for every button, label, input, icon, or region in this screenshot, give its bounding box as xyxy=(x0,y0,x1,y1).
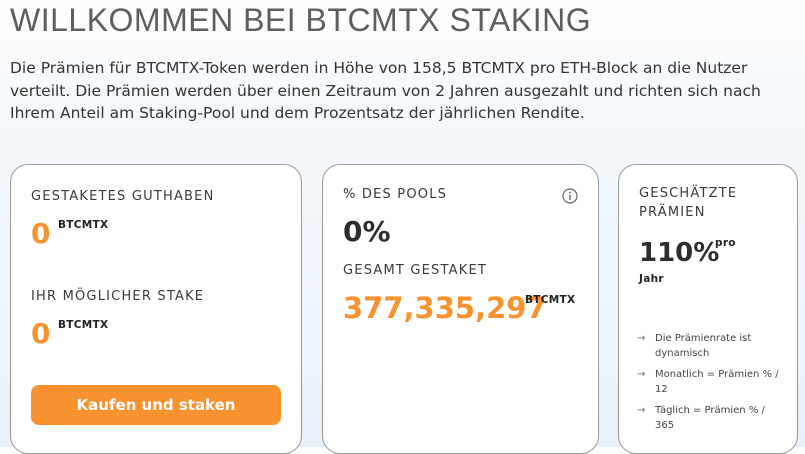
pool-share-label: % DES POOLS xyxy=(343,187,448,202)
rewards-notes: → Die Prämienrate ist dynamisch → Monatlic… xyxy=(637,331,787,439)
list-item: → Monatlich = Prämien % / 12 xyxy=(637,369,779,395)
total-staked-value: 377,335,297 xyxy=(343,291,547,325)
staked-balance-label: GESTAKETES GUTHABEN xyxy=(31,189,215,204)
possible-stake-value: 0 xyxy=(31,317,51,350)
page-title: WILLKOMMEN BEI BTCMTX STAKING xyxy=(10,2,592,38)
rewards-value: 110% xyxy=(639,238,720,268)
rewards-value-period: Jahr xyxy=(639,273,664,285)
staked-balance-value: 0 xyxy=(31,217,51,250)
rewards-card: GESCHÄTZTE PRÄMIEN 110% pro Jahr → Die Pr… xyxy=(618,164,798,454)
rewards-label-line1: GESCHÄTZTE xyxy=(639,186,738,201)
pool-card: % DES POOLS 0% GESAMT GESTAKET 377,335,2… xyxy=(322,164,599,454)
buy-and-stake-button[interactable]: Kaufen und staken xyxy=(31,385,281,425)
list-item: → Die Prämienrate ist dynamisch xyxy=(637,333,752,359)
arrow-right-icon: → xyxy=(637,369,646,380)
total-staked-unit: BTCMTX xyxy=(525,294,576,306)
possible-stake-unit: BTCMTX xyxy=(58,319,109,331)
staked-balance-unit: BTCMTX xyxy=(58,219,109,231)
list-item: → Täglich = Prämien % / 365 xyxy=(637,405,765,431)
possible-stake-label: IHR MÖGLICHER STAKE xyxy=(31,289,205,304)
total-staked-label: GESAMT GESTAKET xyxy=(343,263,488,278)
rewards-label-line2: PRÄMIEN xyxy=(639,205,706,220)
rewards-value-suffix: pro xyxy=(715,237,736,249)
balance-card: GESTAKETES GUTHABEN 0 BTCMTX IHR MÖGLICH… xyxy=(10,164,302,454)
arrow-right-icon: → xyxy=(637,405,646,416)
intro-text: Die Prämien für BTCMTX-Token werden in H… xyxy=(10,59,761,122)
pool-share-value: 0% xyxy=(343,215,391,248)
arrow-right-icon: → xyxy=(637,333,646,344)
info-icon[interactable] xyxy=(562,188,578,204)
